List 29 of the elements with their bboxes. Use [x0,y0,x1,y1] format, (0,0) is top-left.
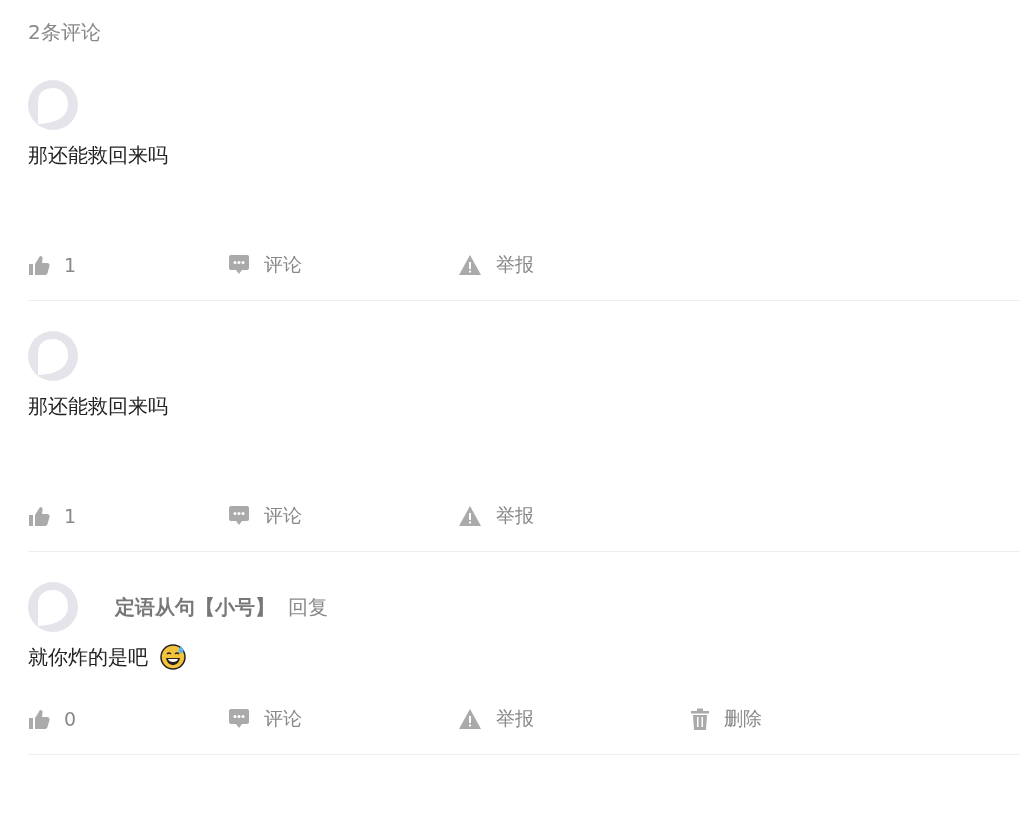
like-button[interactable]: 0 [28,708,228,730]
warning-icon [458,505,482,527]
trash-icon [690,708,710,730]
thumbs-up-icon [28,708,50,730]
report-button[interactable]: 举报 [458,503,690,529]
avatar [28,80,78,130]
speech-bubble-icon [228,254,250,276]
comment-button[interactable]: 评论 [228,252,458,278]
thumbs-up-icon [28,505,50,527]
report-button[interactable]: 举报 [458,252,690,278]
like-button[interactable]: 1 [28,254,228,276]
comment-button[interactable]: 评论 [228,503,458,529]
warning-icon [458,254,482,276]
comment-text: 就你炸的是吧 [28,643,148,671]
report-button[interactable]: 举报 [458,706,690,732]
avatar [28,331,78,381]
like-button[interactable]: 1 [28,505,228,527]
thumbs-up-icon [28,254,50,276]
comment-text: 那还能救回来吗 [28,141,168,169]
avatar [28,582,78,632]
speech-bubble-icon [228,505,250,527]
comment-count: 2条评论 [28,19,102,46]
comment-button[interactable]: 评论 [228,706,458,732]
delete-button[interactable]: 删除 [690,706,890,732]
comment-text: 那还能救回来吗 [28,392,168,420]
speech-bubble-icon [228,708,250,730]
warning-icon [458,708,482,730]
author-name: 定语从句【小号】 [115,593,275,621]
reply-label: 回复 [288,593,328,621]
